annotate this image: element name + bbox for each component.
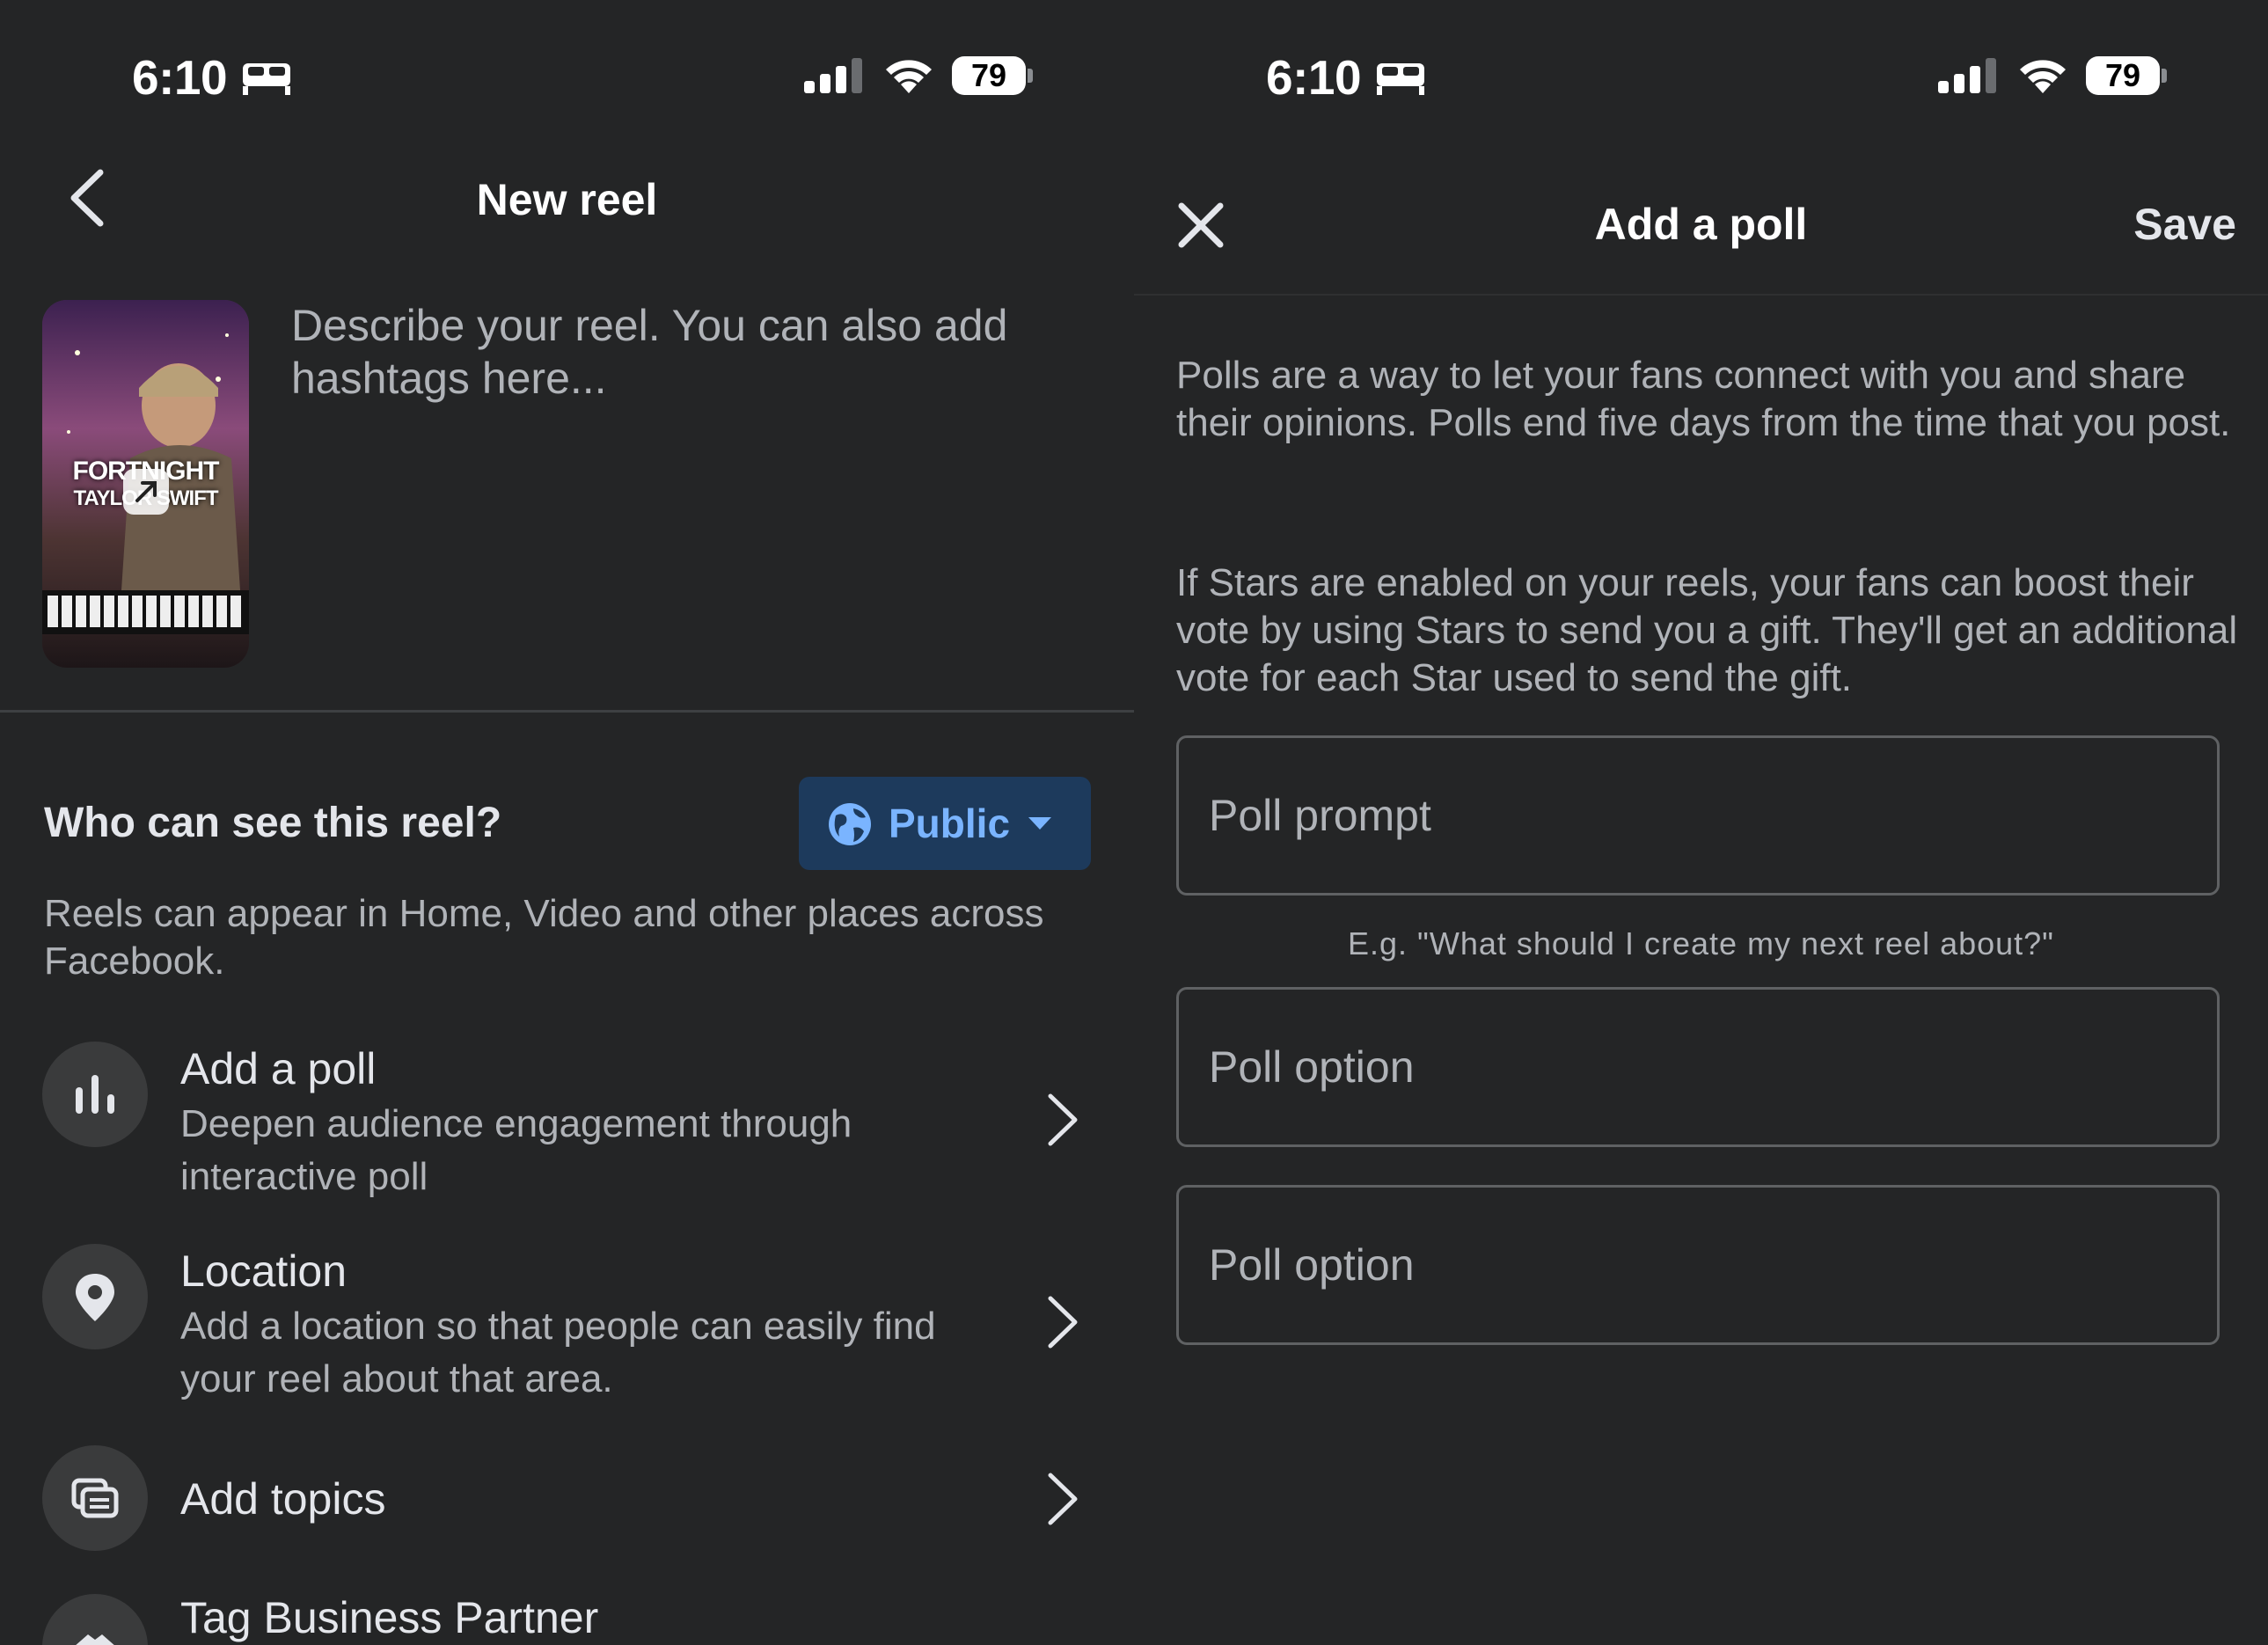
sleep-focus-icon bbox=[243, 63, 290, 95]
list-item-add-topics[interactable]: Add topics bbox=[0, 1445, 1134, 1551]
poll-prompt-hint: E.g. "What should I create my next reel … bbox=[1348, 925, 2054, 961]
bar-chart-icon bbox=[76, 1075, 114, 1114]
wifi-icon bbox=[2020, 60, 2066, 93]
save-button[interactable]: Save bbox=[2133, 199, 2236, 250]
reel-description-input[interactable]: Describe your reel. You can also add has… bbox=[291, 299, 1083, 405]
status-bar: 6:10 79 bbox=[0, 0, 1134, 150]
list-item-title: Add topics bbox=[180, 1474, 386, 1524]
caret-down-icon bbox=[1028, 817, 1051, 830]
list-item-add-poll[interactable]: Add a poll Deepen audience engagement th… bbox=[0, 1042, 1134, 1209]
chevron-right-icon bbox=[1048, 1093, 1078, 1146]
poll-icon-container bbox=[42, 1042, 148, 1147]
poll-prompt-input[interactable] bbox=[1176, 735, 2220, 896]
edit-cover-icon[interactable] bbox=[120, 465, 172, 518]
poll-option-input-1[interactable] bbox=[1176, 987, 2220, 1147]
audience-label: Public bbox=[889, 801, 1011, 846]
cellular-signal-icon bbox=[1938, 58, 1996, 93]
wifi-icon bbox=[886, 60, 932, 93]
divider bbox=[0, 710, 1134, 713]
cellular-signal-icon bbox=[804, 58, 862, 93]
battery-level: 79 bbox=[2104, 57, 2141, 93]
business-partner-icon-container bbox=[42, 1594, 148, 1645]
handshake-icon bbox=[76, 1634, 114, 1645]
page-title: New reel bbox=[476, 175, 658, 224]
list-item-subtitle: Add a location so that people can easily… bbox=[180, 1305, 936, 1400]
stars-description: If Stars are enabled on your reels, your… bbox=[1176, 561, 2238, 699]
list-item-title: Add a poll bbox=[180, 1044, 377, 1093]
list-item-tag-business-partner[interactable]: Tag Business Partner bbox=[0, 1592, 1134, 1645]
page-title: Add a poll bbox=[1594, 200, 1808, 249]
chevron-right-icon bbox=[1048, 1473, 1078, 1525]
status-time: 6:10 bbox=[132, 50, 228, 105]
add-poll-screen: 6:10 79 Add a poll Save Polls are a way … bbox=[1134, 0, 2268, 1645]
battery-indicator: 79 bbox=[2086, 56, 2167, 95]
list-item-title: Tag Business Partner bbox=[180, 1593, 599, 1642]
sleep-focus-icon bbox=[1377, 63, 1424, 95]
list-item-title: Location bbox=[180, 1247, 348, 1296]
status-time: 6:10 bbox=[1266, 50, 1362, 105]
location-pin-icon bbox=[76, 1274, 114, 1321]
divider bbox=[1134, 294, 2268, 296]
poll-description: Polls are a way to let your fans connect… bbox=[1176, 354, 2231, 444]
visibility-description: Reels can appear in Home, Video and othe… bbox=[44, 892, 1044, 983]
topics-icon-container bbox=[42, 1445, 148, 1551]
topics-icon bbox=[71, 1478, 119, 1518]
chevron-right-icon bbox=[1048, 1296, 1078, 1349]
reel-thumbnail[interactable]: FORTNIGHT TAYLOR SWIFT bbox=[42, 300, 249, 668]
list-item-subtitle: Deepen audience engagement through inter… bbox=[180, 1102, 852, 1198]
location-icon-container bbox=[42, 1244, 148, 1349]
globe-icon bbox=[829, 803, 871, 845]
battery-indicator: 79 bbox=[952, 56, 1033, 95]
poll-option-input-2[interactable] bbox=[1176, 1185, 2220, 1345]
new-reel-screen: 6:10 79 New reel TAYLOR SWIFT Describe y… bbox=[0, 0, 1134, 1645]
visibility-title: Who can see this reel? bbox=[44, 800, 502, 846]
audience-selector-button[interactable]: Public bbox=[799, 777, 1091, 870]
list-item-location[interactable]: Location Add a location so that people c… bbox=[0, 1244, 1134, 1411]
status-bar: 6:10 79 bbox=[1134, 0, 2268, 150]
battery-level: 79 bbox=[970, 57, 1007, 93]
